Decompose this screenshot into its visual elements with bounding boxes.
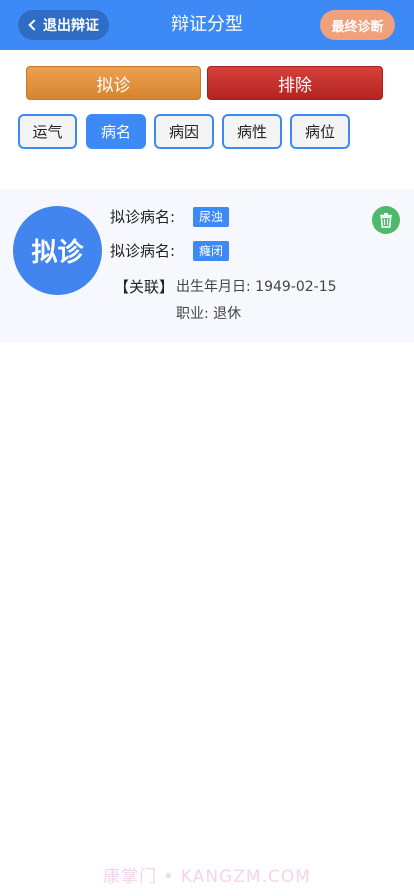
top-header-bar: 退出辩证 辩证分型 最终诊断 — [0, 0, 414, 50]
related-label: 【关联】 — [114, 278, 175, 296]
diagnosis-card: 拟诊 拟诊病名: 尿浊 拟诊病名: 癃闭 【关联】 出生年月日: 1949-02… — [0, 189, 414, 343]
tab-nature[interactable]: 病性 — [222, 114, 282, 149]
disease-tag-1[interactable]: 尿浊 — [193, 207, 230, 227]
exit-diagnosis-button[interactable]: 退出辩证 — [18, 10, 109, 40]
birth-info: 出生年月日: 1949-02-15 — [176, 277, 337, 297]
tab-disease-name[interactable]: 病名 — [86, 114, 146, 149]
tab-cause[interactable]: 病因 — [154, 114, 214, 149]
job-info: 职业: 退休 — [176, 304, 241, 324]
diagnosis-name-label-1: 拟诊病名: — [110, 208, 176, 226]
exit-diagnosis-label: 退出辩证 — [43, 18, 99, 34]
delete-button[interactable] — [372, 206, 400, 234]
birth-value: 1949-02-15 — [255, 279, 337, 295]
trash-icon — [380, 213, 392, 228]
chevron-left-icon — [28, 19, 40, 31]
tentative-diagnosis-button[interactable]: 拟诊 — [26, 66, 201, 100]
exclude-button[interactable]: 排除 — [207, 66, 383, 100]
job-value: 退休 — [213, 306, 242, 322]
final-diagnosis-button[interactable]: 最终诊断 — [320, 10, 395, 40]
tab-yunqi[interactable]: 运气 — [18, 114, 77, 149]
diagnosis-avatar: 拟诊 — [13, 206, 102, 295]
disease-tag-2[interactable]: 癃闭 — [193, 241, 230, 261]
birth-label: 出生年月日: — [176, 279, 251, 295]
tab-location[interactable]: 病位 — [290, 114, 350, 149]
watermark: 康掌门 • KANGZM.COM — [103, 867, 311, 887]
job-label: 职业: — [176, 306, 209, 322]
diagnosis-name-label-2: 拟诊病名: — [110, 242, 176, 260]
